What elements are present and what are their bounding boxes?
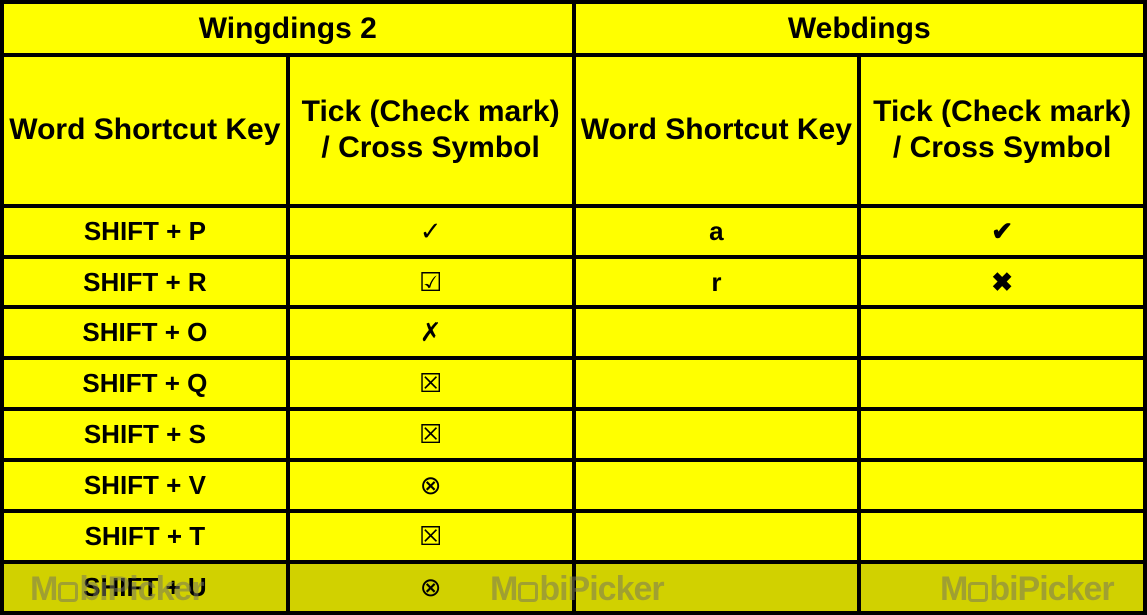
cell-left-key: SHIFT + V: [2, 460, 288, 511]
col-header-right-shortcut: Word Shortcut Key: [574, 55, 860, 205]
cell-right-key: [574, 511, 860, 562]
cell-right-sym: [859, 358, 1145, 409]
cell-right-sym: [859, 511, 1145, 562]
col-header-left-symbol: Tick (Check mark) / Cross Symbol: [288, 55, 574, 205]
cell-right-sym: [859, 562, 1145, 613]
font-header-right: Webdings: [574, 2, 1146, 55]
shortcut-table: Wingdings 2 Webdings Word Shortcut Key T…: [0, 0, 1147, 615]
cell-left-key: SHIFT + T: [2, 511, 288, 562]
cell-left-sym: ✗: [288, 307, 574, 358]
cell-left-key: SHIFT + S: [2, 409, 288, 460]
cell-right-sym: [859, 460, 1145, 511]
font-header-left: Wingdings 2: [2, 2, 574, 55]
cell-left-key: SHIFT + U: [2, 562, 288, 613]
cell-left-sym: ☒: [288, 358, 574, 409]
cell-right-sym: ✖: [859, 257, 1145, 308]
cell-left-key: SHIFT + Q: [2, 358, 288, 409]
cell-left-key: SHIFT + P: [2, 206, 288, 257]
table-row: SHIFT + T ☒: [2, 511, 1145, 562]
cell-left-sym: ☒: [288, 511, 574, 562]
cell-right-sym: [859, 307, 1145, 358]
table-row: SHIFT + P ✓ a ✔: [2, 206, 1145, 257]
cell-right-key: [574, 460, 860, 511]
cell-right-sym: ✔: [859, 206, 1145, 257]
col-header-left-shortcut: Word Shortcut Key: [2, 55, 288, 205]
cell-right-key: [574, 358, 860, 409]
cell-left-sym: ☒: [288, 409, 574, 460]
col-header-right-symbol: Tick (Check mark) / Cross Symbol: [859, 55, 1145, 205]
table-row: SHIFT + V ⊗: [2, 460, 1145, 511]
cell-right-key: a: [574, 206, 860, 257]
table-row: SHIFT + R ☑ r ✖: [2, 257, 1145, 308]
cell-left-sym: ⊗: [288, 460, 574, 511]
cell-left-sym: ✓: [288, 206, 574, 257]
cell-left-key: SHIFT + R: [2, 257, 288, 308]
cell-right-sym: [859, 409, 1145, 460]
table-row: SHIFT + U ⊗: [2, 562, 1145, 613]
cell-right-key: [574, 307, 860, 358]
table-row: SHIFT + Q ☒: [2, 358, 1145, 409]
table-row: SHIFT + O ✗: [2, 307, 1145, 358]
cell-right-key: r: [574, 257, 860, 308]
cell-right-key: [574, 562, 860, 613]
cell-left-key: SHIFT + O: [2, 307, 288, 358]
table-row: SHIFT + S ☒: [2, 409, 1145, 460]
cell-right-key: [574, 409, 860, 460]
cell-left-sym: ☑: [288, 257, 574, 308]
cell-left-sym: ⊗: [288, 562, 574, 613]
